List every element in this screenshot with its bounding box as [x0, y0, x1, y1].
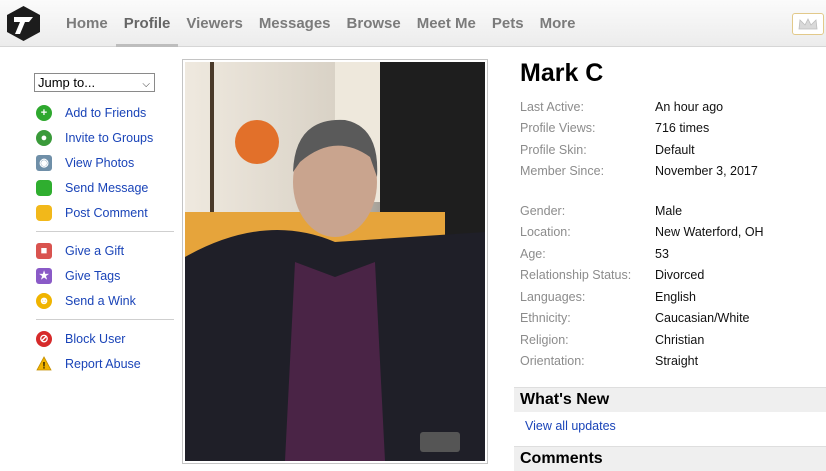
action-label: Send a Wink	[65, 293, 136, 308]
group-icon: ●	[36, 129, 52, 146]
info-value: November 3, 2017	[655, 164, 758, 179]
chevron-down-icon: ⌵	[142, 79, 150, 90]
jump-to-label: Jump to...	[38, 75, 96, 90]
action-report-abuse[interactable]: ! Report Abuse	[36, 351, 176, 376]
profile-photo[interactable]	[185, 62, 485, 461]
action-send-a-wink[interactable]: ☻ Send a Wink	[36, 288, 176, 313]
info-value: English	[655, 289, 696, 304]
info-value: Caucasian/White	[655, 311, 750, 326]
nav-pets[interactable]: Pets	[484, 0, 532, 47]
plus-circle-icon: +	[36, 104, 52, 121]
action-label: Post Comment	[65, 205, 148, 220]
info-label: Profile Skin:	[520, 142, 587, 157]
info-label: Location:	[520, 225, 571, 240]
action-give-tags[interactable]: ★ Give Tags	[36, 263, 176, 288]
info-label: Religion:	[520, 332, 569, 347]
action-add-to-friends[interactable]: + Add to Friends	[36, 100, 176, 125]
action-label: Send Message	[65, 180, 149, 195]
personal-details: Gender: Male Location: New Waterford, OH Age…	[520, 200, 820, 372]
info-row: Gender: Male	[520, 200, 820, 222]
sidebar-divider	[36, 319, 174, 320]
comment-icon	[36, 204, 52, 221]
info-value: Christian	[655, 332, 705, 347]
info-row: Location: New Waterford, OH	[520, 222, 820, 244]
comments-header: Comments	[514, 446, 826, 471]
info-value: New Waterford, OH	[655, 225, 764, 240]
info-row: Last Active: An hour ago	[520, 96, 820, 118]
warning-icon: !	[36, 356, 52, 372]
action-label: Block User	[65, 331, 126, 346]
action-label: Give a Gift	[65, 243, 125, 258]
view-all-updates-link[interactable]: View all updates	[525, 419, 616, 433]
info-row: Age: 53	[520, 243, 820, 265]
action-give-a-gift[interactable]: ■ Give a Gift	[36, 238, 176, 263]
jump-to-select[interactable]: Jump to... ⌵	[34, 73, 155, 92]
camera-icon: ◉	[36, 154, 52, 171]
profile-actions: + Add to Friends ● Invite to Groups ◉ View Ph…	[36, 100, 176, 376]
info-label: Gender:	[520, 203, 566, 218]
info-row: Profile Skin: Default	[520, 139, 820, 161]
action-invite-to-groups[interactable]: ● Invite to Groups	[36, 125, 176, 150]
action-label: Invite to Groups	[65, 130, 154, 145]
crown-icon[interactable]	[792, 13, 824, 35]
action-block-user[interactable]: ⊘ Block User	[36, 326, 176, 351]
profile-photo-frame	[182, 59, 488, 464]
info-label: Member Since:	[520, 164, 605, 179]
activity-info: Last Active: An hour ago Profile Views: 716…	[520, 96, 820, 182]
nav-meet-me[interactable]: Meet Me	[409, 0, 484, 47]
profile-name: Mark C	[520, 59, 604, 87]
action-view-photos[interactable]: ◉ View Photos	[36, 150, 176, 175]
nav-more[interactable]: More	[532, 0, 584, 47]
action-label: Report Abuse	[65, 356, 141, 371]
whats-new-header: What's New	[514, 387, 826, 412]
action-post-comment[interactable]: Post Comment	[36, 200, 176, 225]
info-row: Relationship Status: Divorced	[520, 265, 820, 287]
info-value: 716 times	[655, 121, 710, 136]
info-label: Ethnicity:	[520, 311, 571, 326]
svg-text:!: !	[43, 361, 46, 371]
sidebar-divider	[36, 231, 174, 232]
info-label: Last Active:	[520, 99, 584, 114]
block-icon: ⊘	[36, 330, 52, 347]
info-label: Age:	[520, 246, 546, 261]
nav-messages[interactable]: Messages	[251, 0, 339, 47]
info-label: Relationship Status:	[520, 268, 632, 283]
star-icon: ★	[36, 267, 52, 284]
info-label: Orientation:	[520, 354, 585, 369]
main-nav: Home Profile Viewers Messages Browse Meet Me P…	[58, 0, 583, 47]
nav-profile[interactable]: Profile	[115, 0, 179, 47]
info-value: An hour ago	[655, 99, 724, 114]
info-value: Straight	[655, 354, 699, 369]
info-value: Default	[655, 142, 695, 157]
top-nav-bar: Home Profile Viewers Messages Browse Meet Me P…	[0, 0, 826, 47]
info-row: Languages: English	[520, 286, 820, 308]
nav-viewers[interactable]: Viewers	[178, 0, 250, 47]
action-label: View Photos	[65, 155, 135, 170]
info-row: Ethnicity: Caucasian/White	[520, 308, 820, 330]
info-row: Member Since: November 3, 2017	[520, 161, 820, 183]
info-value: Male	[655, 203, 683, 218]
wink-icon: ☻	[36, 292, 52, 309]
action-label: Add to Friends	[65, 105, 147, 120]
nav-browse[interactable]: Browse	[339, 0, 409, 47]
info-label: Languages:	[520, 289, 586, 304]
info-label: Profile Views:	[520, 121, 596, 136]
site-logo-icon[interactable]	[5, 5, 42, 42]
info-value: Divorced	[655, 268, 705, 283]
action-label: Give Tags	[65, 268, 121, 283]
info-row: Orientation: Straight	[520, 351, 820, 373]
speech-bubble-icon	[36, 179, 52, 196]
info-value: 53	[655, 246, 669, 261]
action-send-message[interactable]: Send Message	[36, 175, 176, 200]
nav-home[interactable]: Home	[58, 0, 116, 47]
info-row: Profile Views: 716 times	[520, 118, 820, 140]
info-row: Religion: Christian	[520, 329, 820, 351]
gift-icon: ■	[36, 242, 52, 259]
